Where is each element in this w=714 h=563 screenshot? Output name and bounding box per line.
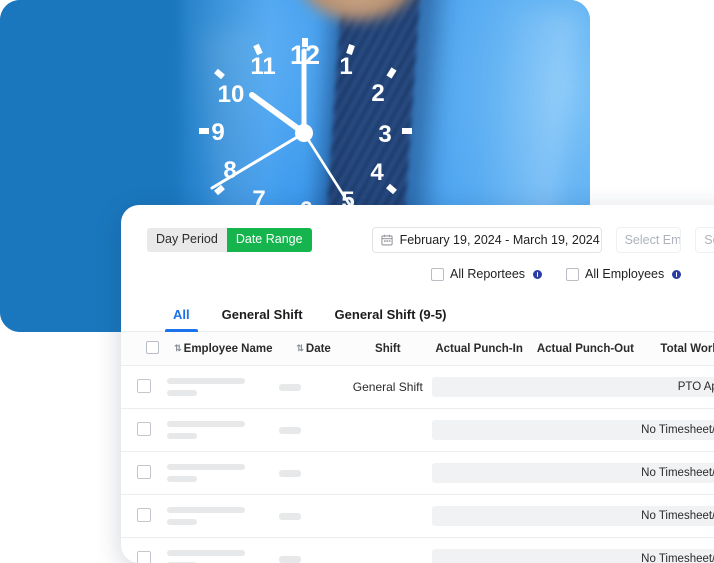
info-icon[interactable] (672, 270, 681, 279)
tab-general-shift-9-5[interactable]: General Shift (9-5) (319, 301, 463, 331)
status-badge: No Timesheet/Timeoff (432, 463, 714, 483)
all-reportees-label: All Reportees (450, 267, 525, 281)
table-row[interactable]: No Timesheet/Timeoff (121, 538, 714, 563)
shift-cell (348, 452, 428, 495)
filter-toolbar: Day Period Date Range February 19, 2024 … (121, 205, 714, 253)
sort-icon[interactable]: ⇅ (174, 343, 181, 354)
table-row[interactable]: No Timesheet/Timeoff (121, 452, 714, 495)
employee-name-cell (167, 452, 279, 495)
column-date[interactable]: ⇅Date (279, 332, 347, 366)
shift-cell (348, 409, 428, 452)
placeholder-bar (167, 464, 245, 470)
placeholder-bar (279, 427, 301, 434)
table-row[interactable]: No Timesheet/Timeoff (121, 409, 714, 452)
employee-select-placeholder: Select Employee (625, 233, 682, 247)
date-range-input[interactable]: February 19, 2024 - March 19, 2024 (372, 227, 602, 253)
table-row[interactable]: No Timesheet/Timeoff (121, 495, 714, 538)
placeholder-bar (279, 513, 301, 520)
scope-checkbox-row: All Reportees All Employees (431, 267, 714, 281)
secondary-select-placeholder: Select (704, 233, 714, 247)
date-range-toggle[interactable]: Date Range (227, 228, 312, 253)
timesheet-card: Day Period Date Range February 19, 2024 … (121, 205, 714, 563)
date-cell (279, 452, 347, 495)
secondary-select[interactable]: Select (695, 227, 714, 253)
select-all-checkbox[interactable] (146, 341, 159, 354)
row-select-cell[interactable] (121, 538, 167, 563)
table-header-row: ⇅Employee Name ⇅Date Shift Actual Punch-… (121, 332, 714, 366)
row-checkbox[interactable] (137, 422, 151, 436)
table-body: General Shift PTO Approved No Timesheet/… (121, 366, 714, 563)
placeholder-bar (167, 421, 245, 427)
date-cell (279, 495, 347, 538)
shift-cell (348, 495, 428, 538)
employee-name-cell (167, 495, 279, 538)
placeholder-bar (279, 470, 301, 477)
placeholder-bar (167, 378, 245, 384)
table-header: ⇅Employee Name ⇅Date Shift Actual Punch-… (121, 332, 714, 366)
status-badge: No Timesheet/Timeoff (432, 506, 714, 526)
employee-name-cell (167, 409, 279, 452)
row-checkbox[interactable] (137, 465, 151, 479)
placeholder-bar (167, 433, 197, 439)
tab-all[interactable]: All (157, 301, 206, 331)
status-cell: No Timesheet/Timeoff (428, 409, 714, 452)
placeholder-bar (167, 550, 245, 556)
placeholder-bar (279, 556, 301, 563)
status-badge: PTO Approved (432, 377, 714, 397)
sort-icon[interactable]: ⇅ (296, 343, 303, 354)
tab-general-shift[interactable]: General Shift (206, 301, 319, 331)
employee-name-cell (167, 538, 279, 563)
employee-select[interactable]: Select Employee (616, 227, 682, 253)
status-badge: No Timesheet/Timeoff (432, 549, 714, 563)
shift-tabs: All General Shift General Shift (9-5) (121, 301, 714, 332)
status-cell: No Timesheet/Timeoff (428, 495, 714, 538)
column-employee-name-label: Employee Name (184, 343, 273, 355)
info-icon[interactable] (533, 270, 542, 279)
date-cell (279, 409, 347, 452)
status-cell: No Timesheet/Timeoff (428, 452, 714, 495)
all-employees-checkbox[interactable]: All Employees (566, 267, 681, 281)
row-checkbox[interactable] (137, 551, 151, 563)
period-toggle-group[interactable]: Day Period Date Range (147, 228, 312, 253)
row-select-cell[interactable] (121, 452, 167, 495)
all-employees-label: All Employees (585, 267, 664, 281)
shift-cell: General Shift (348, 366, 428, 409)
date-range-value: February 19, 2024 - March 19, 2024 (400, 233, 600, 247)
status-cell: PTO Approved (428, 366, 714, 409)
column-actual-punch-in: Actual Punch-In (428, 332, 530, 366)
placeholder-bar (279, 384, 301, 391)
day-period-toggle[interactable]: Day Period (147, 228, 227, 253)
employee-name-cell (167, 366, 279, 409)
row-select-cell[interactable] (121, 495, 167, 538)
column-actual-punch-out: Actual Punch-Out (530, 332, 640, 366)
row-checkbox[interactable] (137, 379, 151, 393)
timesheet-table: ⇅Employee Name ⇅Date Shift Actual Punch-… (121, 332, 714, 563)
table-row[interactable]: General Shift PTO Approved (121, 366, 714, 409)
select-all-header[interactable] (121, 332, 167, 366)
shift-cell (348, 538, 428, 563)
column-total-work-hrs: Total Work Hrs (641, 332, 714, 366)
checkbox-box[interactable] (566, 268, 579, 281)
checkbox-box[interactable] (431, 268, 444, 281)
date-cell (279, 538, 347, 563)
date-cell (279, 366, 347, 409)
status-cell: No Timesheet/Timeoff (428, 538, 714, 563)
column-shift: Shift (348, 332, 428, 366)
calendar-icon (381, 234, 393, 246)
placeholder-bar (167, 390, 197, 396)
placeholder-bar (167, 519, 197, 525)
column-employee-name[interactable]: ⇅Employee Name (167, 332, 279, 366)
row-checkbox[interactable] (137, 508, 151, 522)
row-select-cell[interactable] (121, 366, 167, 409)
column-date-label: Date (306, 343, 331, 355)
placeholder-bar (167, 507, 245, 513)
row-select-cell[interactable] (121, 409, 167, 452)
placeholder-bar (167, 476, 197, 482)
status-badge: No Timesheet/Timeoff (432, 420, 714, 440)
all-reportees-checkbox[interactable]: All Reportees (431, 267, 542, 281)
